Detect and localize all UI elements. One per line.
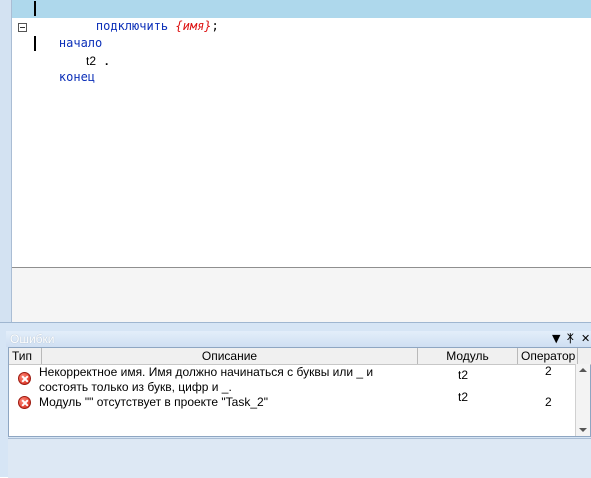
row-description-line2: состоять только из букв, цифр и _. bbox=[39, 380, 232, 394]
text-caret bbox=[34, 1, 36, 16]
semicolon: ; bbox=[211, 19, 219, 33]
row-module: t2 bbox=[458, 368, 469, 382]
row-description-line1: Модуль "" отсутствует в проекте "Task_2" bbox=[39, 395, 268, 409]
row-module: t2 bbox=[458, 390, 469, 404]
scroll-down-icon[interactable] bbox=[579, 428, 587, 432]
column-header-type[interactable]: Тип bbox=[9, 348, 42, 364]
editor-left-border bbox=[0, 0, 12, 322]
column-header-module[interactable]: Модуль bbox=[418, 348, 518, 364]
row-operator: 2 bbox=[545, 395, 552, 409]
row-description-line1: Некорректное имя. Имя должно начинаться … bbox=[39, 365, 374, 379]
keyword-begin: начало bbox=[58, 36, 103, 50]
editor-horizontal-scrollbar[interactable] bbox=[12, 268, 591, 322]
column-header-description[interactable]: Описание bbox=[42, 348, 418, 364]
error-icon bbox=[18, 396, 31, 409]
scroll-up-icon[interactable] bbox=[579, 368, 587, 372]
pin-icon[interactable]: ᛡ bbox=[567, 332, 574, 345]
errors-panel-titlebar: Ошибки ▼ ᛡ ✕ bbox=[6, 331, 591, 347]
fold-toggle-icon[interactable] bbox=[18, 23, 27, 32]
param-name: {имя} bbox=[175, 19, 212, 33]
row-operator: 2 bbox=[545, 364, 552, 378]
keyword-end: конец bbox=[58, 70, 96, 84]
errors-table: Тип Описание Модуль Оператор Некорректно… bbox=[8, 347, 591, 437]
status-bar bbox=[8, 438, 591, 478]
error-icon bbox=[18, 372, 31, 385]
column-header-operator[interactable]: Оператор bbox=[518, 348, 578, 364]
errors-table-header: Тип Описание Модуль Оператор bbox=[9, 348, 591, 365]
text-caret-2 bbox=[34, 36, 36, 51]
keyword-include: подключить bbox=[95, 19, 169, 33]
errors-panel-title: Ошибки bbox=[10, 332, 55, 346]
panel-menu-icon[interactable]: ▼ bbox=[552, 332, 560, 345]
end-period: . bbox=[105, 54, 109, 68]
close-icon[interactable]: ✕ bbox=[581, 332, 590, 345]
module-name-label: t2 bbox=[86, 54, 97, 68]
errors-table-scrollbar[interactable] bbox=[575, 364, 590, 436]
